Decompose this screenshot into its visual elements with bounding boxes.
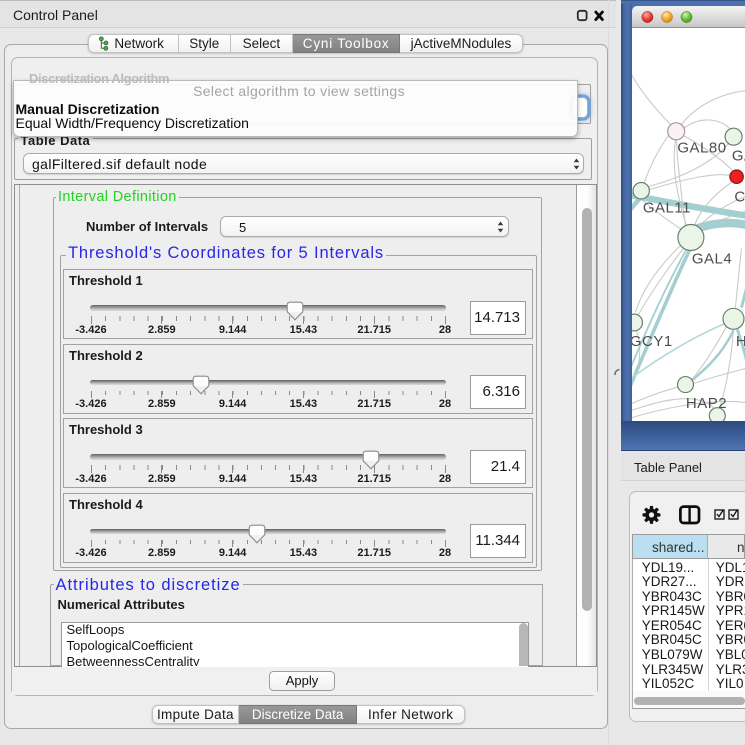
svg-text:HAP2: HAP2 — [685, 394, 726, 411]
svg-text:GCY1: GCY1 — [632, 332, 673, 349]
svg-text:GAL4: GAL4 — [691, 250, 731, 267]
svg-text:C: C — [734, 188, 745, 205]
svg-text:H: H — [735, 332, 744, 349]
svg-text:GA: GA — [731, 147, 744, 164]
svg-text:GAL11: GAL11 — [642, 199, 690, 216]
svg-text:GAL80: GAL80 — [677, 139, 726, 156]
